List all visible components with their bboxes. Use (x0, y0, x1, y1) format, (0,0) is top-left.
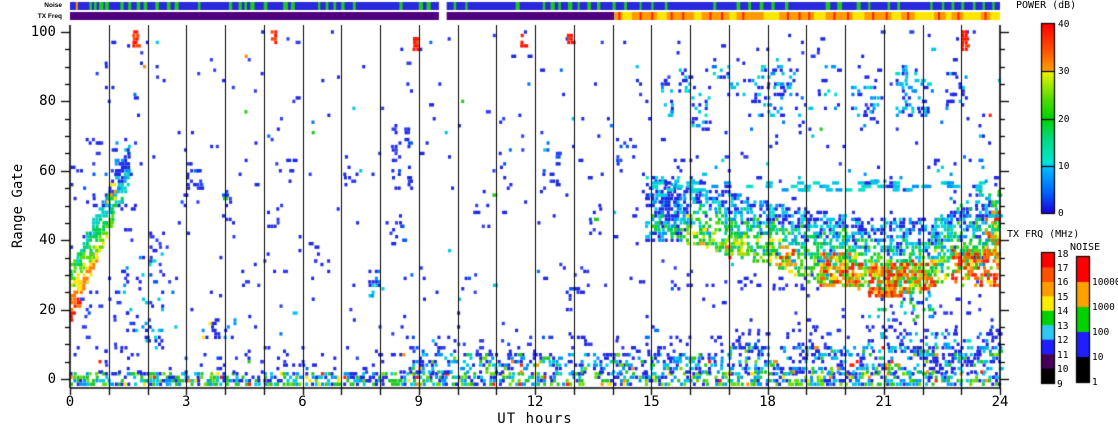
txfreq-tick-label: 11 (1057, 350, 1068, 361)
x-tick-label: 21 (864, 394, 904, 410)
y-tick-label: 80 (12, 93, 56, 109)
x-tick-label: 6 (283, 394, 323, 410)
x-tick-label: 15 (631, 394, 671, 410)
x-axis-title: UT hours (455, 412, 615, 426)
x-tick-label: 3 (166, 394, 206, 410)
txfreq-tick-label: 12 (1057, 335, 1068, 346)
power-colorbar-title: POWER (dB) (1016, 1, 1076, 11)
txfreq-colorbar-title: TX FRQ (MHz) (1007, 230, 1079, 240)
txfreq-tick-label: 15 (1057, 292, 1068, 303)
noise-colorbar-title: NOISE (1070, 243, 1100, 253)
txfreq-tick-label: 18 (1057, 249, 1068, 260)
noise-tick-label: 100 (1092, 327, 1109, 338)
power-tick-label: 20 (1058, 114, 1069, 125)
txfreq-tick-label: 14 (1057, 306, 1068, 317)
y-tick-label: 100 (12, 24, 56, 40)
y-tick-label: 40 (12, 232, 56, 248)
y-tick-label: 0 (12, 371, 56, 387)
power-tick-label: 0 (1058, 208, 1064, 219)
x-tick-label: 18 (748, 394, 788, 410)
y-tick-label: 20 (12, 302, 56, 318)
txfreq-strip-label: TX Freq (12, 13, 62, 20)
radar-summary-plot: Noise TX Freq Range Gate UT hours POWER … (0, 0, 1118, 435)
noise-tick-label: 1 (1092, 377, 1098, 388)
y-tick-label: 60 (12, 163, 56, 179)
noise-tick-label: 10 (1092, 352, 1103, 363)
txfreq-tick-label: 9 (1057, 379, 1063, 390)
txfreq-tick-label: 16 (1057, 277, 1068, 288)
txfreq-tick-label: 10 (1057, 364, 1068, 375)
x-tick-label: 9 (399, 394, 439, 410)
noise-tick-label: 1000 (1092, 302, 1115, 313)
power-tick-label: 30 (1058, 66, 1069, 77)
x-tick-label: 24 (980, 394, 1020, 410)
txfreq-tick-label: 17 (1057, 263, 1068, 274)
noise-tick-label: 10000 (1092, 277, 1118, 288)
power-tick-label: 40 (1058, 19, 1069, 30)
x-tick-label: 12 (515, 394, 555, 410)
plot-canvas (0, 0, 1118, 435)
txfreq-tick-label: 13 (1057, 321, 1068, 332)
power-tick-label: 10 (1058, 161, 1069, 172)
noise-strip-label: Noise (18, 2, 62, 9)
x-tick-label: 0 (50, 394, 90, 410)
